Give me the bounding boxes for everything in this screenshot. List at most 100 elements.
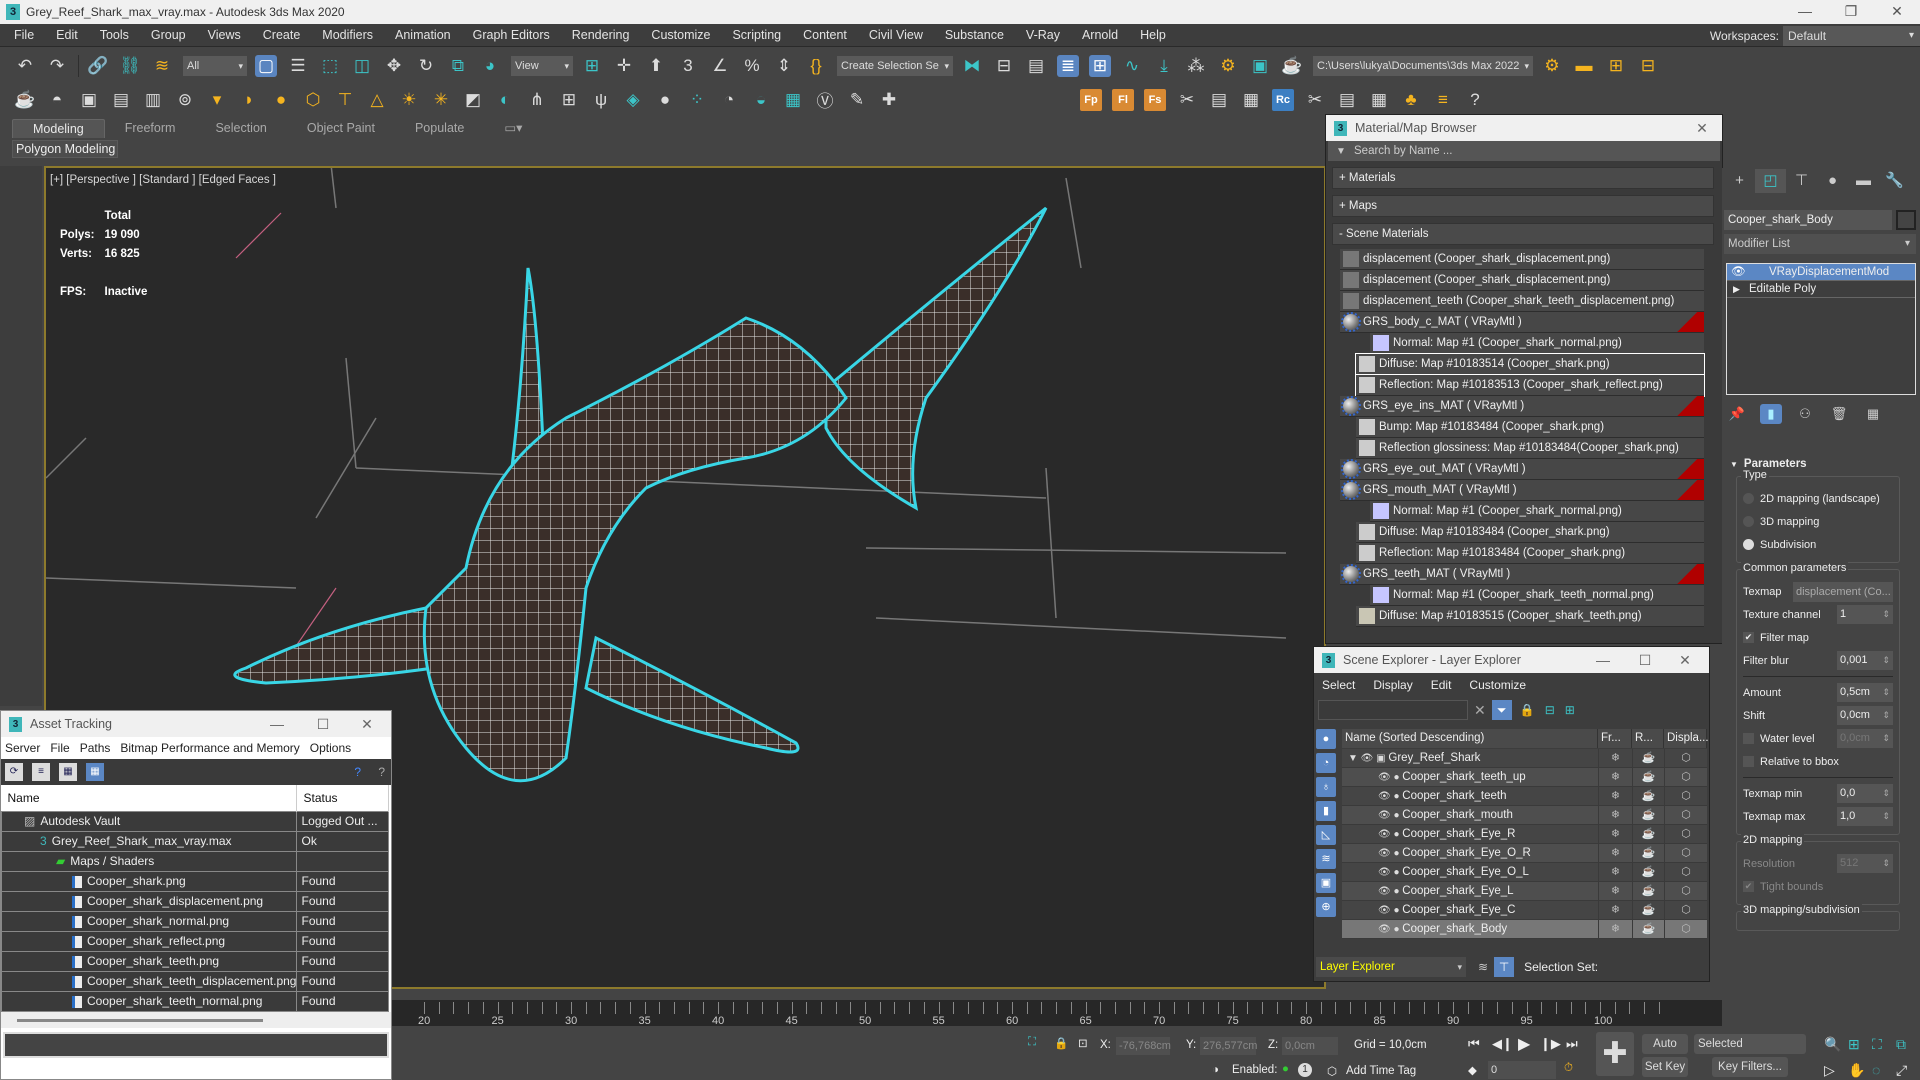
snaps-toggle-icon[interactable]: 3 bbox=[677, 55, 699, 77]
align-icon[interactable]: ⊟ bbox=[993, 55, 1015, 77]
pan-icon[interactable]: ✋ bbox=[1848, 1062, 1865, 1079]
vray-camera-icon[interactable]: ▥ bbox=[142, 89, 164, 111]
asset-tracking-title-bar[interactable]: 3 Asset Tracking — ☐ ✕ bbox=[1, 711, 391, 737]
vray-sphere-light-icon[interactable]: ● bbox=[270, 89, 292, 111]
set-key-big-button[interactable]: ✚ bbox=[1596, 1032, 1634, 1076]
pivot-center-icon[interactable]: ⊞ bbox=[581, 55, 603, 77]
forest-set-icon[interactable]: Fs bbox=[1144, 88, 1166, 111]
object-visibility-icon[interactable]: 👁 ● bbox=[1378, 924, 1402, 935]
window-crossing-icon[interactable]: ◫ bbox=[351, 55, 373, 77]
time-config-icon[interactable]: ⏱ bbox=[1564, 1062, 1573, 1075]
vray-material-icon[interactable]: ● bbox=[654, 89, 676, 111]
menu-file[interactable]: File bbox=[50, 741, 69, 755]
renderable-icon[interactable]: ☕ bbox=[1632, 863, 1664, 881]
create-tab-icon[interactable]: + bbox=[1724, 169, 1755, 193]
texmap-min-spinner[interactable]: 0,0 bbox=[1837, 784, 1893, 803]
reference-coord-dropdown[interactable]: View bbox=[511, 55, 573, 76]
map-item[interactable]: Normal: Map #1 (Cooper_shark_teeth_norma… bbox=[1370, 585, 1704, 606]
menu-paths[interactable]: Paths bbox=[80, 741, 111, 755]
menu-customize[interactable]: Customize bbox=[1469, 678, 1526, 692]
freeze-icon[interactable]: ❄ bbox=[1598, 844, 1632, 862]
menu-select[interactable]: Select bbox=[1322, 678, 1355, 692]
vray-sphere-icon[interactable]: ◓ bbox=[46, 89, 68, 111]
tab-freeform[interactable]: Freeform bbox=[105, 119, 196, 138]
viewport-label[interactable]: [+] [Perspective ] [Standard ] [Edged Fa… bbox=[50, 174, 276, 186]
material-search-input[interactable]: Search by Name ... bbox=[1354, 145, 1452, 157]
maximize-button[interactable]: ☐ bbox=[1625, 647, 1665, 673]
spinner-snap-icon[interactable]: ⇕ bbox=[773, 55, 795, 77]
asset-path-field[interactable] bbox=[3, 1031, 389, 1058]
section-maps[interactable]: + Maps bbox=[1332, 195, 1714, 217]
map-item[interactable]: Bump: Map #10183484 (Cooper_shark.png) bbox=[1356, 417, 1704, 438]
renderable-icon[interactable]: ☕ bbox=[1632, 920, 1664, 938]
asset-row[interactable]: 3 Grey_Reef_Shark_max_vray.max Ok bbox=[0, 830, 389, 852]
water-level-checkbox[interactable] bbox=[1743, 733, 1754, 744]
cameras-filter-icon[interactable]: ▮ bbox=[1316, 801, 1336, 821]
menu-vray[interactable]: V-Ray bbox=[1018, 28, 1068, 42]
vray-spot-icon[interactable]: ⊤ bbox=[334, 89, 356, 111]
menu-graph-editors[interactable]: Graph Editors bbox=[465, 28, 558, 42]
render-production-icon[interactable]: ☕ bbox=[1281, 55, 1303, 77]
clear-search-icon[interactable]: ✕ bbox=[1474, 702, 1486, 719]
close-button[interactable]: ✕ bbox=[1874, 0, 1920, 24]
menu-arnold[interactable]: Arnold bbox=[1074, 28, 1126, 42]
workspaces-dropdown[interactable]: Default bbox=[1783, 25, 1920, 46]
go-to-end-icon[interactable]: ⏭ bbox=[1566, 1036, 1578, 1052]
unlink-icon[interactable]: ⛓ bbox=[119, 55, 141, 77]
renderable-icon[interactable]: ☕ bbox=[1632, 749, 1664, 767]
section-materials[interactable]: + Materials bbox=[1332, 167, 1714, 189]
modifier-list-dropdown[interactable]: Modifier List bbox=[1724, 234, 1916, 254]
texmap-button[interactable]: displacement (Co... bbox=[1793, 581, 1893, 602]
key-mode-icon[interactable]: ◆ bbox=[1468, 1063, 1477, 1077]
asset-row[interactable]: Cooper_shark_displacement.png Found bbox=[0, 890, 389, 912]
forest-list-icon[interactable]: ▤ bbox=[1208, 89, 1230, 111]
rotate-icon[interactable]: ↻ bbox=[415, 55, 437, 77]
project-settings-icon[interactable]: ⚙ bbox=[1541, 55, 1563, 77]
tab-populate[interactable]: Populate bbox=[395, 119, 484, 138]
railclone-icon[interactable]: Rc bbox=[1272, 88, 1294, 111]
ribbon-options-icon[interactable]: ▭▾ bbox=[484, 119, 542, 138]
renderable-icon[interactable]: ☕ bbox=[1632, 882, 1664, 900]
vray-logo-icon[interactable]: Ⓥ bbox=[814, 89, 836, 111]
zoom-extents-all-icon[interactable]: ⧉ bbox=[1896, 1036, 1906, 1053]
renderable-icon[interactable]: ☕ bbox=[1632, 787, 1664, 805]
renderable-icon[interactable]: ☕ bbox=[1632, 844, 1664, 862]
modify-tab-icon[interactable]: ◰ bbox=[1755, 169, 1786, 193]
map-item[interactable]: Normal: Map #1 (Cooper_shark_normal.png) bbox=[1370, 501, 1704, 522]
menu-edit[interactable]: Edit bbox=[48, 28, 86, 42]
explorer-mode-dropdown[interactable]: Layer Explorer bbox=[1316, 957, 1466, 977]
angle-snap-icon[interactable]: ∠ bbox=[709, 55, 731, 77]
menu-customize[interactable]: Customize bbox=[643, 28, 718, 42]
vray-volume-icon[interactable]: ◈ bbox=[622, 89, 644, 111]
material-item[interactable]: GRS_teeth_MAT ( VRayMtl ) bbox=[1340, 564, 1704, 585]
vray-instancer-icon[interactable]: ⊞ bbox=[558, 89, 580, 111]
z-coordinate-field[interactable]: 0,0cm bbox=[1282, 1037, 1338, 1055]
vray-mat-convert-icon[interactable]: ◒ bbox=[750, 89, 772, 111]
freeze-icon[interactable]: ❄ bbox=[1598, 920, 1632, 938]
groups-filter-icon[interactable]: ▣ bbox=[1316, 873, 1336, 893]
select-object-icon[interactable]: ▢ bbox=[255, 54, 277, 77]
remove-modifier-icon[interactable]: 🗑 bbox=[1828, 404, 1850, 424]
object-visibility-icon[interactable]: 👁 ● bbox=[1378, 867, 1402, 878]
close-button[interactable]: ✕ bbox=[1665, 647, 1705, 673]
object-visibility-icon[interactable]: 👁 ● bbox=[1378, 829, 1402, 840]
radio-2d-mapping[interactable]: 2D mapping (landscape) bbox=[1743, 487, 1893, 510]
bind-space-warp-icon[interactable]: ≋ bbox=[151, 55, 173, 77]
freeze-icon[interactable]: ❄ bbox=[1598, 882, 1632, 900]
renderable-icon[interactable]: ☕ bbox=[1632, 768, 1664, 786]
radio-button[interactable] bbox=[1743, 516, 1754, 527]
relative-bbox-checkbox[interactable] bbox=[1743, 756, 1754, 767]
menu-edit[interactable]: Edit bbox=[1431, 678, 1452, 692]
maximize-button[interactable]: ☐ bbox=[303, 711, 343, 737]
object-row[interactable]: 👁 ● Cooper_shark_Eye_O_L ❄ ☕ ⬡ bbox=[1342, 863, 1707, 882]
placement-icon[interactable]: ◕ bbox=[479, 55, 501, 77]
menu-rendering[interactable]: Rendering bbox=[564, 28, 638, 42]
filter-blur-spinner[interactable]: 0,001 bbox=[1837, 651, 1893, 670]
menu-server[interactable]: Server bbox=[5, 741, 40, 755]
eye-icon[interactable]: 👁 bbox=[1731, 264, 1746, 281]
map-item[interactable]: Diffuse: Map #10183484 (Cooper_shark.png… bbox=[1356, 522, 1704, 543]
menu-views[interactable]: Views bbox=[200, 28, 249, 42]
layers-icon[interactable]: ≋ bbox=[1478, 960, 1488, 974]
material-item[interactable]: GRS_eye_out_MAT ( VRayMtl ) bbox=[1340, 459, 1704, 480]
project-folder-icon[interactable]: ▬ bbox=[1573, 55, 1595, 77]
